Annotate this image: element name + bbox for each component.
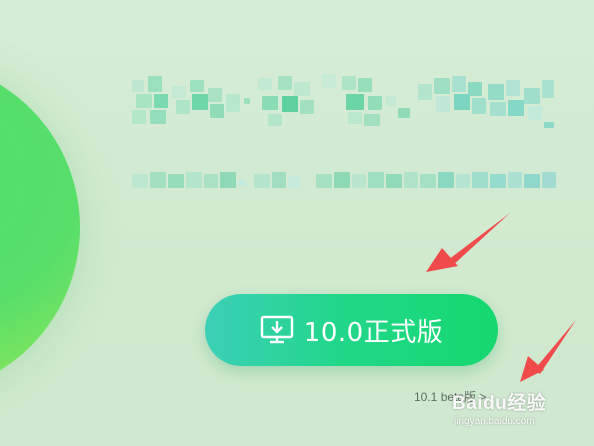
hero-circle-graphic — [0, 60, 80, 395]
download-stable-label: 10.0正式版 — [303, 317, 444, 348]
download-stable-button[interactable]: 10.0正式版 — [205, 294, 498, 366]
annotation-arrow-upper — [426, 213, 510, 272]
annotation-arrow-lower — [520, 320, 576, 382]
blurred-subline — [120, 160, 558, 196]
blurred-headline — [118, 72, 558, 134]
installer-page: 10.0正式版 10.1 beta版 > Baidu经验 jingyan.bai… — [0, 0, 594, 446]
watermark-subtext: jingyan.baidu.com — [454, 416, 535, 427]
beta-version-link[interactable]: 10.1 beta版 > — [414, 388, 486, 405]
monitor-download-icon — [260, 315, 294, 345]
